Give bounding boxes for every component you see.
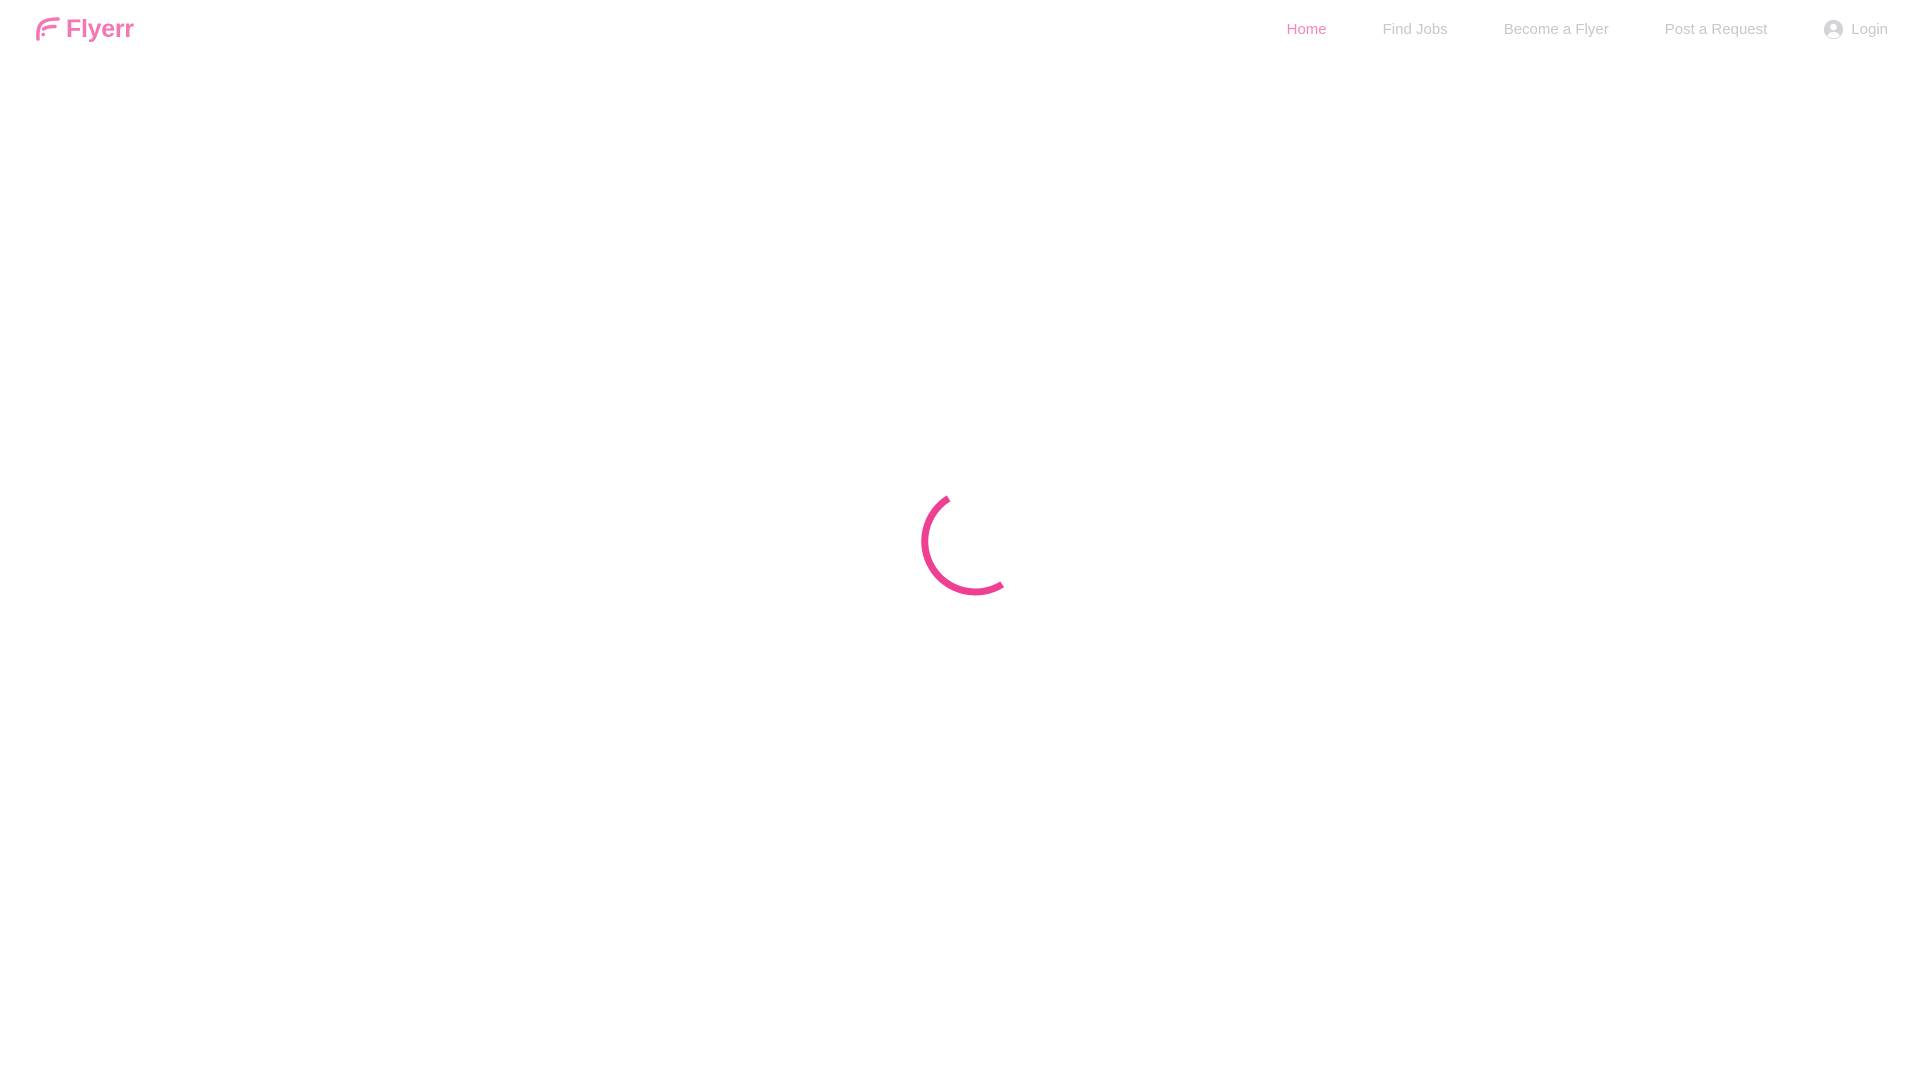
- user-circle-icon: [1824, 19, 1844, 39]
- main-nav: Home Find Jobs Become a Flyer Post a Req…: [1287, 19, 1888, 40]
- nav-item-find-jobs[interactable]: Find Jobs: [1383, 21, 1448, 38]
- login-label: Login: [1851, 20, 1888, 38]
- brand-name: Flyerr: [66, 14, 134, 43]
- flyerr-f-logo-icon: [36, 17, 60, 41]
- login-button[interactable]: Login: [1823, 19, 1888, 40]
- brand-logo-link[interactable]: Flyerr: [34, 15, 134, 44]
- nav-item-post-a-request[interactable]: Post a Request: [1665, 21, 1768, 38]
- page: Flyerr Home Find Jobs Become a Flyer Pos…: [0, 0, 1920, 1080]
- loading-spinner-icon: [921, 495, 1005, 596]
- top-navbar: Flyerr Home Find Jobs Become a Flyer Pos…: [0, 0, 1920, 58]
- nav-item-become-a-flyer[interactable]: Become a Flyer: [1504, 21, 1609, 38]
- nav-item-home[interactable]: Home: [1287, 21, 1327, 38]
